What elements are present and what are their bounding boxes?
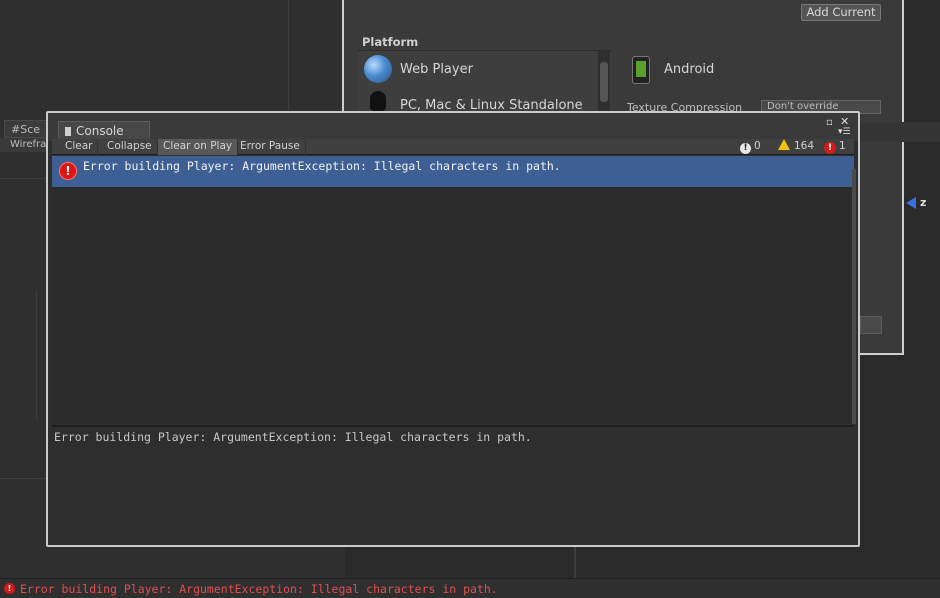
status-message: Error building Player: ArgumentException… bbox=[20, 582, 498, 596]
clear-on-play-toggle[interactable]: Clear on Play bbox=[158, 139, 239, 155]
axis-z-cone-icon[interactable] bbox=[906, 197, 916, 209]
console-titlebar[interactable] bbox=[48, 113, 858, 141]
tux-icon bbox=[370, 91, 386, 111]
divider bbox=[0, 478, 46, 479]
log-entry[interactable]: ! Error building Player: ArgumentExcepti… bbox=[52, 156, 854, 187]
status-bar[interactable]: ! Error building Player: ArgumentExcepti… bbox=[0, 578, 940, 598]
error-icon: ! bbox=[4, 583, 15, 594]
tab-menu-icon[interactable]: ▾☰ bbox=[838, 127, 851, 137]
error-icon: ! bbox=[824, 142, 836, 154]
scene-render-mode-dropdown[interactable]: Wirefra bbox=[0, 138, 48, 152]
platform-list: Web Player PC, Mac & Linux Standalone bbox=[358, 51, 612, 113]
error-count-toggle[interactable]: ! 1 bbox=[824, 139, 846, 155]
log-entry-text: Error building Player: ArgumentException… bbox=[83, 159, 561, 173]
clear-button[interactable]: Clear bbox=[60, 139, 99, 155]
globe-icon bbox=[364, 55, 392, 83]
android-phone-icon bbox=[632, 56, 650, 84]
info-icon: ! bbox=[740, 143, 751, 154]
warning-count-toggle[interactable]: 164 bbox=[778, 139, 814, 155]
log-list: ! Error building Player: ArgumentExcepti… bbox=[52, 156, 854, 424]
error-icon: ! bbox=[59, 162, 77, 180]
platform-header: Platform bbox=[358, 35, 612, 51]
divider bbox=[0, 178, 46, 179]
grid-icon: # bbox=[11, 123, 21, 136]
add-current-button[interactable]: Add Current bbox=[801, 4, 881, 21]
log-detail-pane: Error building Player: ArgumentException… bbox=[52, 427, 854, 543]
divider bbox=[574, 547, 576, 578]
collapse-button[interactable]: Collapse bbox=[102, 139, 158, 155]
log-detail-text: Error building Player: ArgumentException… bbox=[54, 430, 532, 444]
error-pause-toggle[interactable]: Error Pause bbox=[235, 139, 306, 155]
tab-console[interactable]: Console bbox=[58, 121, 150, 141]
selected-platform-label: Android bbox=[664, 62, 715, 77]
maximize-icon[interactable]: ▫ bbox=[826, 117, 833, 128]
platform-scroll-thumb[interactable] bbox=[600, 62, 608, 102]
info-count-toggle[interactable]: ! 0 bbox=[740, 139, 761, 155]
console-window: Console ▫ ✕ ▾☰ Clear Collapse Clear on P… bbox=[46, 111, 860, 547]
build-button[interactable] bbox=[860, 316, 882, 334]
tab-scene[interactable]: #Sce bbox=[4, 120, 48, 138]
log-scrollbar[interactable] bbox=[852, 169, 856, 424]
warning-icon bbox=[778, 139, 790, 150]
platform-item-web-player[interactable]: Web Player bbox=[358, 52, 598, 88]
divider bbox=[36, 290, 37, 420]
divider bbox=[288, 0, 289, 110]
axis-z-label: z bbox=[920, 196, 927, 209]
console-icon bbox=[65, 127, 71, 136]
console-toolbar: Clear Collapse Clear on Play Error Pause… bbox=[52, 139, 854, 155]
inspector-header bbox=[860, 122, 940, 142]
